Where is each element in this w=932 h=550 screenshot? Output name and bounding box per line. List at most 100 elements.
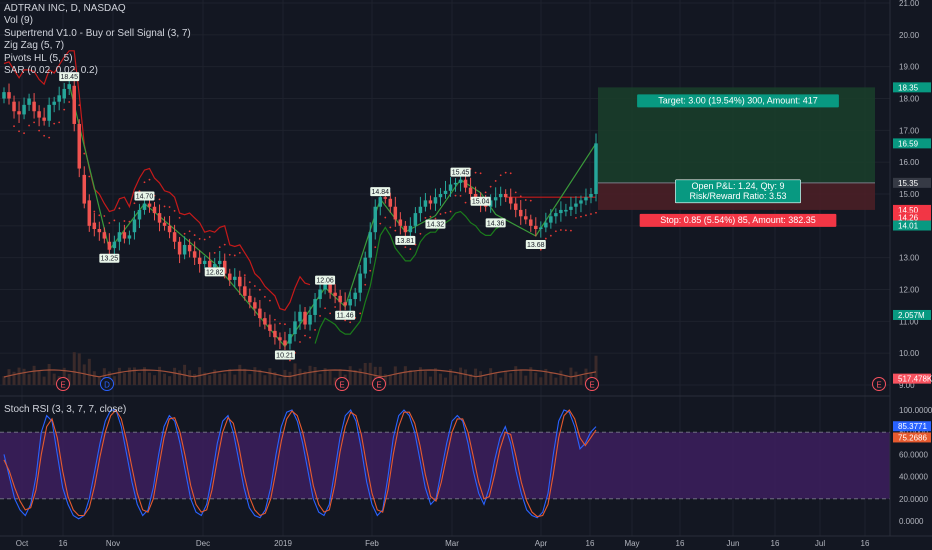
sar-dot [524, 199, 527, 201]
sar-dot [193, 234, 196, 236]
sar-dot [334, 306, 337, 308]
axis-price-tag: 18.35 [893, 82, 931, 93]
candle-body [192, 251, 197, 258]
sar-dot [454, 194, 457, 197]
chart-title[interactable]: ADTRAN INC, D, NASDAQ [4, 3, 191, 15]
stoch-value-tag: 75.2686 [893, 432, 931, 443]
pnl-label-text: Risk/Reward Ratio: 3.53 [689, 191, 786, 201]
candle-body [448, 184, 453, 191]
legend-supertrend[interactable]: Supertrend V1.0 - Buy or Sell Signal (3,… [4, 28, 191, 40]
volume-bar [17, 367, 21, 385]
legend-pivots[interactable]: Pivots HL (5, 5) [4, 53, 191, 65]
sar-dot [213, 251, 216, 254]
candle-body [167, 225, 172, 233]
price-chart[interactable]: 18.4513.2514.7012.8210.2112.0611.4614.84… [0, 0, 932, 550]
candle-body [343, 302, 347, 306]
sar-dot [494, 180, 497, 182]
pivot-label: 11.46 [335, 310, 356, 320]
event-marker: E [872, 377, 886, 391]
sar-dot [263, 295, 266, 298]
sar-dot [243, 274, 246, 277]
candle-body [348, 299, 352, 306]
volume-bar [243, 368, 247, 385]
sar-dot [424, 216, 427, 219]
sar-dot [289, 359, 291, 362]
event-letter: D [104, 381, 110, 390]
y-tick-label: 12.00 [899, 286, 920, 295]
stoch-tick-label: 100.0000 [899, 406, 932, 415]
sar-dot [68, 101, 71, 103]
sar-dot [409, 248, 412, 250]
candle-body [539, 227, 543, 230]
sar-dot [279, 322, 281, 325]
candle-body [468, 187, 473, 194]
volume-bar [494, 373, 498, 385]
sar-dot [88, 175, 91, 178]
sar-dot [118, 207, 121, 210]
candle-body [413, 213, 418, 226]
volume-bar [358, 368, 362, 385]
candle-body [152, 206, 157, 214]
x-tick-label: Apr [535, 539, 548, 548]
sar-dot [554, 230, 557, 233]
x-tick-label: 16 [771, 539, 780, 548]
sar-dot [309, 336, 311, 339]
sar-dot [479, 172, 482, 175]
volume-bar [298, 368, 302, 385]
volume-bar [554, 377, 558, 385]
candle-body [433, 197, 438, 204]
volume-bar [514, 366, 518, 385]
pivot-label: 13.25 [99, 253, 120, 263]
sar-dot [314, 329, 316, 331]
x-tick-label: Dec [196, 539, 210, 548]
sar-dot [38, 129, 41, 132]
stop-label-text: Stop: 0.85 (5.54%) 85, Amount: 382.35 [660, 215, 816, 225]
candle-body [363, 257, 367, 274]
pivot-label: 15.45 [450, 167, 471, 177]
sar-dot [143, 181, 146, 184]
candle-body [233, 276, 237, 280]
sar-dot [575, 216, 577, 219]
sar-dot [238, 251, 241, 254]
candle-body [353, 292, 357, 300]
stoch-legend[interactable]: Stoch RSI (3, 3, 7, 7, close) [4, 404, 126, 415]
candle-body [458, 179, 463, 183]
volume-bar [353, 370, 357, 385]
candle-body [27, 98, 31, 105]
legend-zigzag[interactable]: Zig Zag (5, 7) [4, 40, 191, 52]
sar-dot [183, 232, 186, 235]
candle-body [574, 203, 578, 207]
sar-dot [198, 237, 201, 240]
sar-dot [13, 125, 15, 128]
sar-dot [329, 312, 332, 315]
volume-bar [158, 366, 162, 385]
event-marker: E [56, 377, 70, 391]
volume-bar [117, 367, 121, 385]
y-tick-label: 20.00 [899, 31, 920, 40]
volume-bar [12, 371, 16, 385]
candle-body [17, 111, 21, 115]
sar-dot [519, 195, 522, 198]
volume-bar [489, 368, 493, 385]
candle-body [92, 222, 97, 230]
candle-body [358, 273, 362, 293]
sar-dot [464, 201, 467, 204]
candle-body [197, 257, 202, 265]
sar-dot [319, 315, 321, 317]
y-tick-label: 10.00 [899, 349, 920, 358]
sar-dot [349, 321, 352, 324]
legend-sar[interactable]: SAR (0.02, 0.02, 0.2) [4, 65, 191, 77]
sar-dot [253, 285, 256, 287]
volume-bar [72, 352, 76, 385]
y-tick-label: 17.00 [899, 126, 920, 135]
y-tick-label: 18.00 [899, 95, 920, 104]
pivot-label: 15.04 [470, 196, 491, 206]
candle-body [278, 337, 282, 341]
sar-dot [148, 178, 151, 181]
candle-body [142, 203, 147, 210]
y-tick-label: 13.00 [899, 254, 920, 263]
volume-bar [52, 373, 56, 385]
candle-body [453, 182, 458, 185]
candle-body [293, 321, 297, 335]
legend-volume[interactable]: Vol (9) [4, 15, 191, 27]
